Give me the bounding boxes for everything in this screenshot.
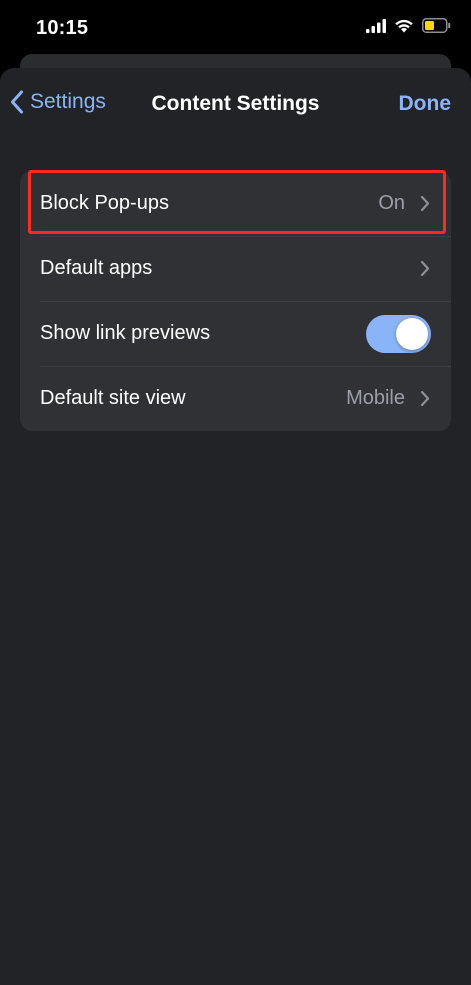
- navigation-bar: Settings Content Settings Done: [0, 68, 471, 140]
- row-label: Block Pop-ups: [40, 192, 169, 214]
- status-bar: 10:15: [0, 0, 471, 58]
- status-time: 10:15: [36, 17, 89, 39]
- chevron-right-icon: [419, 195, 431, 213]
- row-default-apps[interactable]: Default apps: [20, 236, 451, 301]
- row-block-popups[interactable]: Block Pop-ups On: [20, 171, 451, 236]
- battery-icon: [422, 18, 451, 33]
- status-icons: [366, 18, 451, 33]
- row-value: Mobile: [346, 387, 405, 409]
- settings-sheet: Settings Content Settings Done Block Pop…: [0, 68, 471, 985]
- chevron-right-icon: [419, 390, 431, 408]
- screen: 10:15 Settings Content Settings Done Blo…: [0, 0, 471, 985]
- row-label: Show link previews: [40, 322, 211, 344]
- row-value: On: [378, 192, 405, 214]
- cellular-signal-icon: [366, 18, 386, 33]
- row-label: Default site view: [40, 387, 186, 409]
- done-button[interactable]: Done: [399, 92, 452, 116]
- wifi-icon: [395, 19, 413, 33]
- chevron-right-icon: [419, 260, 431, 278]
- settings-group: Block Pop-ups On Default apps Show link: [20, 171, 451, 431]
- toggle-knob: [396, 317, 428, 350]
- row-default-site-view[interactable]: Default site view Mobile: [20, 366, 451, 431]
- row-show-link-previews: Show link previews: [20, 301, 451, 366]
- link-previews-toggle[interactable]: [366, 314, 431, 353]
- row-label: Default apps: [40, 257, 153, 279]
